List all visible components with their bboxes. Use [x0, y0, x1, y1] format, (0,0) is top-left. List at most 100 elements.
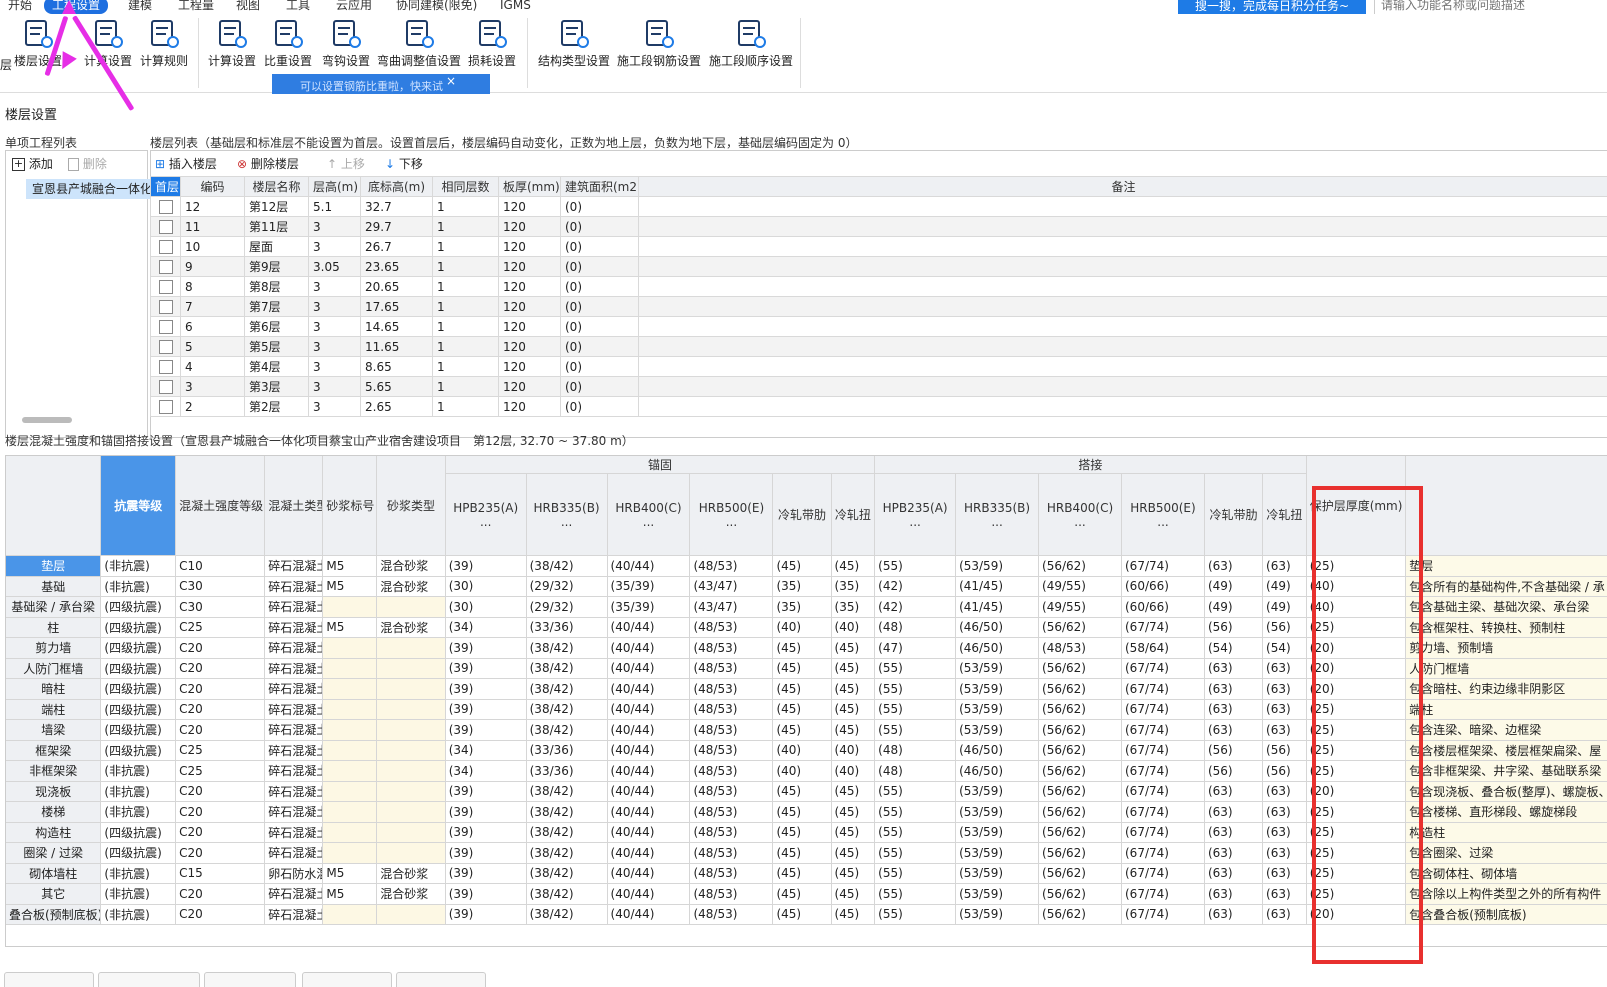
- concrete-cell[interactable]: (48): [875, 617, 956, 638]
- concrete-cell[interactable]: (39): [445, 884, 526, 905]
- concrete-cell[interactable]: [377, 761, 445, 782]
- concrete-cell[interactable]: (46/50): [956, 761, 1039, 782]
- rebar-col-header[interactable]: 冷轧带肋: [773, 474, 831, 556]
- floor-cell[interactable]: 第12层: [245, 197, 309, 217]
- concrete-cell[interactable]: (38/42): [526, 556, 607, 577]
- floor-cell[interactable]: 1: [433, 197, 499, 217]
- concrete-cell[interactable]: (40/44): [607, 843, 690, 864]
- concrete-cell[interactable]: (53/59): [956, 802, 1039, 823]
- first-floor-checkbox[interactable]: [159, 220, 173, 234]
- concrete-cell[interactable]: [323, 679, 377, 700]
- concrete-cell[interactable]: (非抗震): [101, 802, 176, 823]
- concrete-cell[interactable]: (67/74): [1122, 822, 1205, 843]
- concrete-cell[interactable]: (38/42): [526, 843, 607, 864]
- concrete-cell[interactable]: (45): [773, 863, 831, 884]
- concrete-cell[interactable]: (45): [831, 720, 875, 741]
- concrete-cell[interactable]: (56/62): [1039, 843, 1122, 864]
- concrete-cell[interactable]: (四级抗震): [101, 638, 176, 659]
- concrete-cell[interactable]: (40): [773, 761, 831, 782]
- concrete-cell[interactable]: [377, 699, 445, 720]
- concrete-cell[interactable]: (63): [1204, 699, 1262, 720]
- floor-cell[interactable]: 5: [181, 337, 245, 357]
- concrete-cell[interactable]: (54): [1263, 638, 1307, 659]
- first-floor-cell[interactable]: [151, 297, 181, 317]
- concrete-cell[interactable]: C25: [176, 761, 265, 782]
- concrete-cell[interactable]: (42): [875, 597, 956, 618]
- floor-cell[interactable]: 2.65: [361, 397, 433, 417]
- floor-cell[interactable]: 第5层: [245, 337, 309, 357]
- concrete-cell[interactable]: (67/74): [1122, 679, 1205, 700]
- col-concrete-type[interactable]: 混凝土类型: [265, 456, 323, 556]
- concrete-cell[interactable]: (53/59): [956, 658, 1039, 679]
- floor-col-header[interactable]: 板厚(mm): [499, 177, 561, 197]
- concrete-cell[interactable]: (四级抗震): [101, 658, 176, 679]
- floor-cell[interactable]: 1: [433, 277, 499, 297]
- concrete-cell[interactable]: [323, 699, 377, 720]
- concrete-cell[interactable]: C20: [176, 843, 265, 864]
- concrete-cell[interactable]: 碎石混凝土...: [265, 761, 323, 782]
- concrete-cell[interactable]: 碎石混凝土...: [265, 658, 323, 679]
- move-down-button[interactable]: ↓ 下移: [385, 155, 423, 172]
- concrete-cell[interactable]: (45): [773, 904, 831, 925]
- delete-button[interactable]: 删除: [68, 155, 107, 172]
- concrete-cell[interactable]: [323, 740, 377, 761]
- floor-cell[interactable]: (0): [561, 257, 639, 277]
- concrete-cell[interactable]: (63): [1204, 802, 1262, 823]
- concrete-cell[interactable]: (33/36): [526, 617, 607, 638]
- component-name[interactable]: 砌体墙柱: [6, 863, 101, 884]
- concrete-cell[interactable]: 混合砂浆: [377, 556, 445, 577]
- component-name[interactable]: 框架梁: [6, 740, 101, 761]
- concrete-cell[interactable]: (48): [875, 761, 956, 782]
- concrete-cell[interactable]: [377, 843, 445, 864]
- first-floor-cell[interactable]: [151, 337, 181, 357]
- concrete-cell[interactable]: 混合砂浆: [377, 884, 445, 905]
- first-floor-checkbox[interactable]: [159, 300, 173, 314]
- concrete-cell[interactable]: (63): [1204, 781, 1262, 802]
- concrete-cell[interactable]: (40/44): [607, 679, 690, 700]
- concrete-cell[interactable]: (56/62): [1039, 699, 1122, 720]
- concrete-cell[interactable]: (67/74): [1122, 843, 1205, 864]
- concrete-cell[interactable]: (40): [831, 740, 875, 761]
- concrete-cell[interactable]: (34): [445, 617, 526, 638]
- note-cell[interactable]: 包含暗柱、约束边缘非阴影区: [1406, 679, 1607, 700]
- concrete-cell[interactable]: (45): [773, 802, 831, 823]
- ribbon-button-4[interactable]: 比重设置: [262, 14, 314, 74]
- concrete-cell[interactable]: [377, 904, 445, 925]
- floor-note-cell[interactable]: [639, 377, 1607, 397]
- concrete-cell[interactable]: (53/59): [956, 781, 1039, 802]
- component-name[interactable]: 其它: [6, 884, 101, 905]
- note-cell[interactable]: 包含砌体柱、砌体墙: [1406, 863, 1607, 884]
- floor-cell[interactable]: 1: [433, 357, 499, 377]
- concrete-cell[interactable]: (40/44): [607, 658, 690, 679]
- first-floor-cell[interactable]: [151, 257, 181, 277]
- concrete-cell[interactable]: (45): [831, 556, 875, 577]
- floor-cell[interactable]: 23.65: [361, 257, 433, 277]
- concrete-cell[interactable]: (40): [773, 617, 831, 638]
- concrete-cell[interactable]: (53/59): [956, 863, 1039, 884]
- concrete-cell[interactable]: (48/53): [690, 884, 773, 905]
- menu-item-8[interactable]: IGMS: [500, 0, 531, 14]
- floor-col-header[interactable]: 首层: [151, 177, 181, 197]
- concrete-cell[interactable]: (40/44): [607, 822, 690, 843]
- concrete-cell[interactable]: 碎石混凝土...: [265, 679, 323, 700]
- concrete-cell[interactable]: (56): [1263, 761, 1307, 782]
- concrete-cell[interactable]: (48/53): [690, 843, 773, 864]
- concrete-cell[interactable]: (46/50): [956, 617, 1039, 638]
- concrete-cell[interactable]: (53/59): [956, 699, 1039, 720]
- concrete-cell[interactable]: M5: [323, 863, 377, 884]
- concrete-cell[interactable]: (53/59): [956, 556, 1039, 577]
- component-name[interactable]: 基础梁 / 承台梁: [6, 597, 101, 618]
- floor-cell[interactable]: 17.65: [361, 297, 433, 317]
- concrete-cell[interactable]: (49/55): [1039, 576, 1122, 597]
- first-floor-checkbox[interactable]: [159, 360, 173, 374]
- floor-cell[interactable]: 120: [499, 317, 561, 337]
- concrete-cell[interactable]: (49): [1263, 597, 1307, 618]
- concrete-cell[interactable]: (34): [445, 761, 526, 782]
- concrete-cell[interactable]: (38/42): [526, 802, 607, 823]
- floor-cell[interactable]: 12: [181, 197, 245, 217]
- floor-row[interactable]: 2第2层32.651120(0): [151, 397, 1607, 417]
- concrete-cell[interactable]: C20: [176, 638, 265, 659]
- concrete-cell[interactable]: (53/59): [956, 884, 1039, 905]
- concrete-cell[interactable]: (55): [875, 720, 956, 741]
- concrete-cell[interactable]: (39): [445, 556, 526, 577]
